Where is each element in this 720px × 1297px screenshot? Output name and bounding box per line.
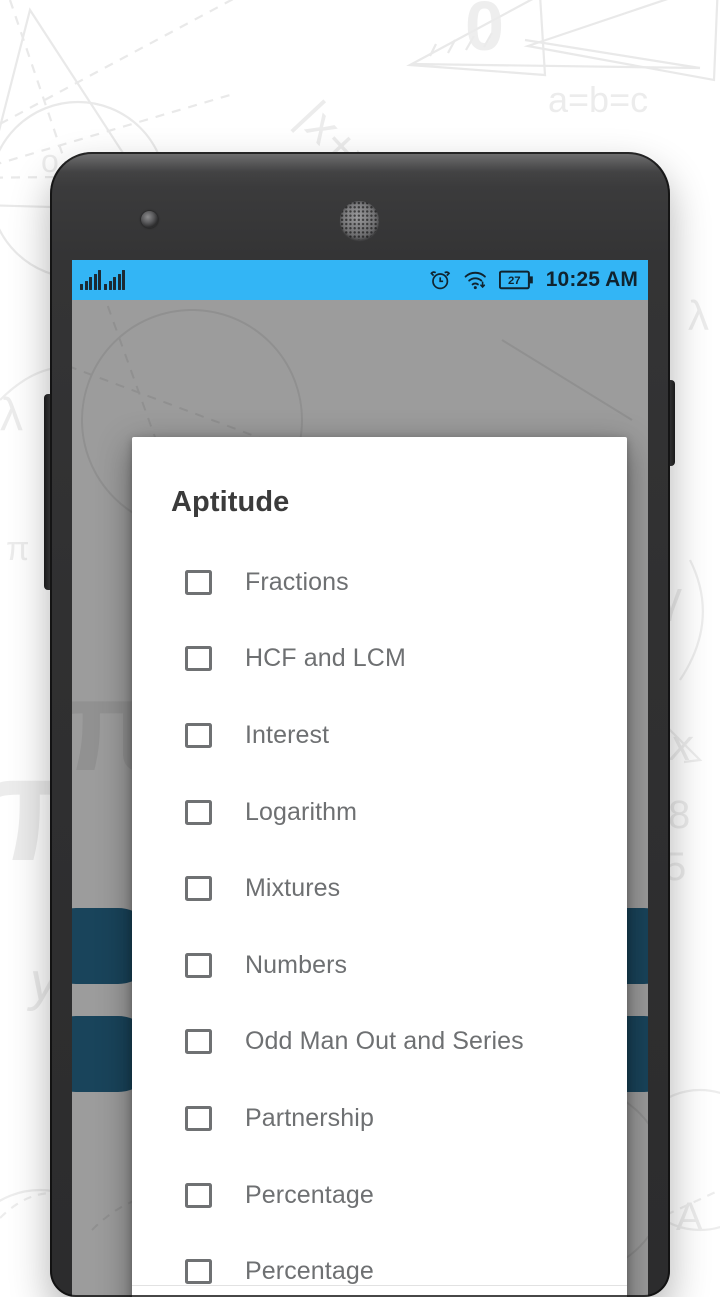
topic-label: Partnership — [245, 1103, 374, 1132]
battery-level-text: 27 — [508, 275, 521, 287]
svg-text:λ: λ — [688, 292, 709, 339]
topic-checkbox[interactable] — [185, 952, 212, 978]
topic-row[interactable]: Logarithm — [132, 774, 627, 851]
topic-label: HCF and LCM — [245, 644, 406, 673]
signal-bars-icon — [80, 270, 101, 290]
topic-row[interactable]: Percentage — [132, 1157, 627, 1234]
topic-checkbox[interactable] — [185, 876, 212, 902]
alarm-clock-icon — [430, 271, 450, 290]
signal-strength-group — [80, 270, 125, 290]
svg-text:a=b=c: a=b=c — [548, 79, 648, 120]
topic-label: Percentage — [245, 1180, 374, 1209]
power-button[interactable] — [668, 380, 675, 466]
topic-checkbox[interactable] — [185, 1105, 212, 1131]
earpiece-speaker-icon — [340, 201, 379, 240]
wifi-icon — [464, 271, 486, 290]
dialog-title: Aptitude — [171, 486, 290, 518]
dialog-action-bar: CANCEL DONE — [132, 1286, 627, 1297]
topic-label: Mixtures — [245, 874, 341, 903]
topic-row[interactable]: Fractions — [132, 544, 627, 621]
topic-row[interactable]: HCF and LCM — [132, 621, 627, 698]
phone-device-frame: π πr² γ 5 — [44, 152, 675, 1297]
status-bar-clock: 10:25 AM — [545, 268, 638, 291]
svg-text:x: x — [668, 721, 694, 770]
topic-row[interactable]: Numbers — [132, 927, 627, 1004]
svg-text:8: 8 — [668, 793, 690, 837]
signal-bars-icon — [104, 270, 125, 290]
svg-text:π: π — [6, 530, 29, 568]
topic-label: Fractions — [245, 567, 349, 596]
topic-row[interactable]: Odd Man Out and Series — [132, 1004, 627, 1081]
volume-rocker-button[interactable] — [44, 394, 52, 590]
topic-checkbox[interactable] — [185, 646, 212, 672]
topic-checkbox[interactable] — [185, 1259, 212, 1285]
topic-label: Percentage — [245, 1257, 374, 1285]
topic-checkbox[interactable] — [185, 569, 212, 595]
battery-icon: 27 — [498, 270, 533, 290]
topic-label: Odd Man Out and Series — [245, 1027, 524, 1056]
svg-text:0: 0 — [465, 0, 504, 65]
topic-checkbox[interactable] — [185, 1029, 212, 1055]
aptitude-topic-dialog: Aptitude Fractions HCF and LCM Interest Log… — [132, 437, 627, 1297]
topic-label: Numbers — [245, 950, 348, 979]
front-camera-icon — [141, 211, 158, 228]
topic-checkbox-list: Fractions HCF and LCM Interest Logarithm Mix… — [132, 517, 627, 1285]
phone-bezel-gloss — [50, 152, 670, 188]
svg-text:A: A — [676, 1195, 703, 1239]
topic-checkbox[interactable] — [185, 1182, 212, 1208]
status-bar: 27 10:25 AM — [72, 260, 648, 300]
topic-row[interactable]: Mixtures — [132, 850, 627, 927]
topic-label: Interest — [245, 720, 330, 749]
status-bar-right-group: 27 10:25 AM — [428, 268, 638, 292]
topic-row[interactable]: Interest — [132, 697, 627, 774]
topic-label: Logarithm — [245, 797, 358, 826]
topic-checkbox[interactable] — [185, 799, 212, 825]
topic-row[interactable]: Partnership — [132, 1080, 627, 1157]
phone-screen: π πr² γ 5 — [72, 260, 648, 1297]
topic-row[interactable]: Percentage — [132, 1233, 627, 1285]
topic-checkbox[interactable] — [185, 722, 212, 748]
